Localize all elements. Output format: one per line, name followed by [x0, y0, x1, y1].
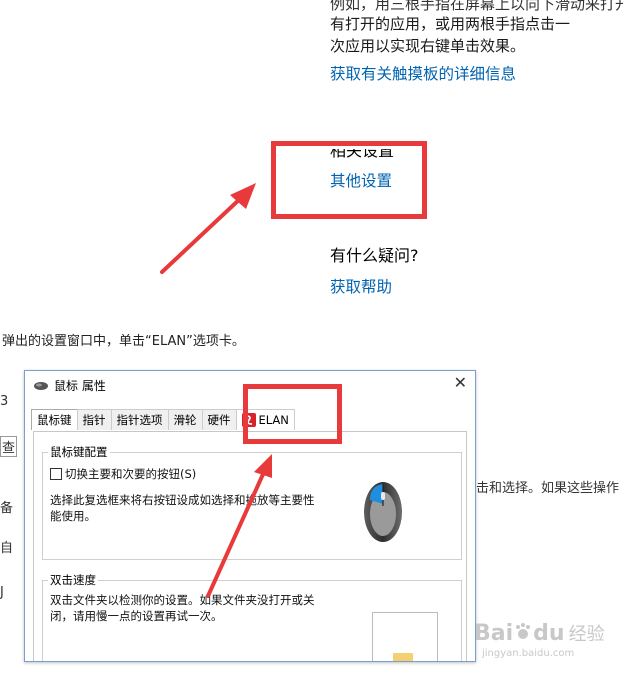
instruction-caption: 弹出的设置窗口中，单击“ELAN”选项卡。	[2, 334, 245, 349]
folder-icon[interactable]	[393, 653, 413, 661]
tab-hardware[interactable]: 硬件	[201, 409, 237, 430]
left-fragment-2: 查	[0, 436, 18, 457]
settings-desc-line1: 有打开的应用，或用两根手指点击一	[330, 15, 571, 33]
right-fragment-text: 击和选择。如果这些操作	[476, 481, 620, 496]
get-help-link[interactable]: 获取帮助	[330, 277, 392, 297]
watermark-url: jingyan.baidu.com	[482, 648, 575, 659]
highlight-box-elan-tab	[243, 384, 342, 444]
dialog-title: 鼠标 属性	[54, 379, 106, 393]
touchpad-info-link[interactable]: 获取有关触摸板的详细信息	[330, 64, 516, 84]
swap-buttons-row: 切换主要和次要的按钮(S)	[50, 466, 196, 482]
swap-buttons-label[interactable]: 切换主要和次要的按钮(S)	[65, 466, 196, 482]
left-fragment-1: 3	[0, 394, 9, 409]
paw-icon	[516, 623, 531, 639]
watermark-suffix: 经验	[568, 624, 605, 645]
left-fragment-3: 备	[0, 501, 14, 516]
button-config-label: 鼠标键配置	[48, 444, 110, 460]
swap-buttons-checkbox[interactable]	[50, 468, 62, 480]
tab-pointer-options[interactable]: 指针选项	[110, 409, 169, 430]
settings-desc-line2: 次应用以实现右键单击效果。	[330, 37, 526, 55]
double-click-label: 双击速度	[48, 572, 98, 588]
watermark-brand: Bai	[474, 621, 514, 646]
left-fragment-4: 自	[0, 541, 14, 556]
red-arrow-2	[206, 454, 272, 598]
question-heading: 有什么疑问?	[330, 246, 419, 265]
tab-wheel[interactable]: 滑轮	[167, 409, 203, 430]
watermark-brand-2: du	[533, 621, 565, 646]
tab-pointers[interactable]: 指针	[76, 409, 112, 430]
double-click-desc-2: 闭，请用慢一点的设置再试一次。	[50, 609, 223, 623]
button-config-desc-2: 能使用。	[50, 509, 96, 523]
test-folder-area[interactable]	[372, 612, 438, 661]
baidu-watermark: Bai du 经验	[474, 620, 605, 646]
mouse-picture-icon	[364, 482, 402, 542]
mouse-icon	[34, 381, 48, 390]
highlight-box-other-settings	[271, 141, 427, 219]
settings-desc-line0: 例如，用三根手指在屏幕上以向下滑动来打开	[330, 0, 623, 13]
left-fragment-5: J	[0, 585, 4, 600]
dialog-title-bar: 鼠标 属性	[33, 377, 106, 394]
red-arrow-1	[160, 183, 256, 274]
tab-buttons[interactable]: 鼠标键	[31, 409, 78, 430]
close-icon[interactable]: ✕	[454, 373, 467, 392]
